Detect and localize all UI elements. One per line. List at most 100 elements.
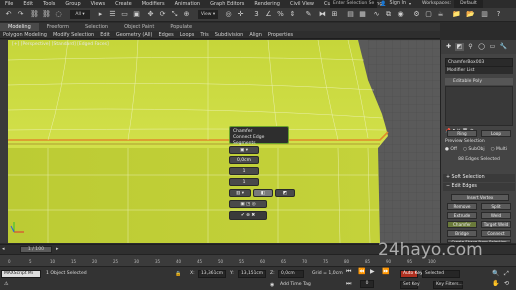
- perspective-viewport[interactable]: [8, 40, 440, 243]
- motion-tab-icon[interactable]: ◯: [477, 43, 486, 51]
- ribbon-panel-label[interactable]: Properties: [265, 31, 296, 38]
- split-button[interactable]: Split: [481, 203, 511, 210]
- ring-button[interactable]: Ring: [447, 130, 477, 137]
- ribbon-panel-label[interactable]: Polygon Modeling: [0, 31, 50, 38]
- caddy-amount-field[interactable]: 0,0cm: [229, 156, 259, 164]
- viewport-label[interactable]: [+] [Perspective] [Standard] [Edged Face…: [12, 42, 109, 47]
- align-icon[interactable]: ⊞: [330, 10, 339, 19]
- off-radio[interactable]: ● Off: [445, 146, 457, 153]
- sign-in-link[interactable]: Sign In: [390, 0, 406, 8]
- viewport-layout-strip[interactable]: [0, 40, 8, 243]
- time-slider-thumb[interactable]: 1 / 100: [20, 246, 52, 253]
- rotate-icon[interactable]: ⟳: [158, 10, 167, 19]
- window-crossing-icon[interactable]: ▣: [132, 10, 141, 19]
- render-icon[interactable]: ☕: [436, 10, 445, 19]
- ribbon-tab[interactable]: Modeling: [0, 23, 39, 31]
- render-setup-icon[interactable]: ⚙: [412, 10, 421, 19]
- menu-item[interactable]: Tools: [38, 0, 60, 8]
- ribbon-toggle-icon[interactable]: ▦: [358, 10, 367, 19]
- reference-coordinate-dropdown[interactable]: View ▾: [198, 10, 218, 19]
- angle-snap-icon[interactable]: ∠: [264, 10, 273, 19]
- current-frame-field[interactable]: 0: [360, 280, 374, 288]
- rendered-frame-icon[interactable]: ▢: [424, 10, 433, 19]
- menu-item[interactable]: Views: [86, 0, 110, 8]
- display-tab-icon[interactable]: ▭: [488, 43, 497, 51]
- menu-item[interactable]: Graph Editors: [205, 0, 249, 8]
- caddy-segments-field[interactable]: 1: [229, 167, 259, 175]
- time-slider-next-icon[interactable]: ▸: [56, 246, 59, 252]
- layer-explorer-icon[interactable]: ▤: [346, 10, 355, 19]
- menu-item[interactable]: Modifiers: [137, 0, 170, 8]
- ok-button[interactable]: ✔: [241, 213, 245, 218]
- redo-icon[interactable]: ↷: [16, 10, 25, 19]
- insert-vertex-button[interactable]: Insert Vertex: [451, 194, 509, 201]
- unlink-icon[interactable]: ⛓: [42, 10, 51, 19]
- soft-selection-rollout[interactable]: + Soft Selection: [443, 174, 515, 182]
- object-name-field[interactable]: ChamferBox003: [445, 58, 513, 67]
- target-weld-button[interactable]: Target Weld: [481, 221, 511, 228]
- ribbon-tab[interactable]: Freeform: [39, 23, 77, 31]
- add-time-tag[interactable]: Add Time Tag: [280, 282, 311, 288]
- percent-snap-icon[interactable]: %: [276, 10, 285, 19]
- undo-icon[interactable]: ↶: [4, 10, 13, 19]
- mirror-icon[interactable]: ⧓: [318, 10, 327, 19]
- hierarchy-tab-icon[interactable]: ⚲: [466, 43, 475, 51]
- schematic-view-icon[interactable]: ⧉: [384, 10, 393, 19]
- menu-item[interactable]: File: [0, 0, 18, 8]
- auto-key-button[interactable]: Auto Key: [400, 270, 423, 278]
- menu-item[interactable]: Edit: [18, 0, 38, 8]
- zoom-extents-icon[interactable]: ⤢: [504, 271, 509, 277]
- remove-button[interactable]: Remove: [447, 203, 477, 210]
- spinner-snap-icon[interactable]: ⇕: [288, 10, 297, 19]
- connect-button[interactable]: Connect: [481, 230, 511, 237]
- caddy-tension-field[interactable]: 1: [229, 178, 259, 186]
- select-object-icon[interactable]: ▸: [96, 10, 105, 19]
- ribbon-panel-label[interactable]: Edit: [97, 31, 113, 38]
- curve-editor-icon[interactable]: ∿: [372, 10, 381, 19]
- ribbon-tab[interactable]: Populate: [162, 23, 200, 31]
- utilities-tab-icon[interactable]: 🔧: [499, 43, 508, 51]
- named-selection-icon[interactable]: ✎: [304, 10, 313, 19]
- caddy-smooth-threshold[interactable]: ◩: [275, 189, 295, 197]
- user-icon[interactable]: 👤: [380, 0, 386, 8]
- ribbon-panel-label[interactable]: Geometry (All): [113, 31, 156, 38]
- help-icon[interactable]: ?: [494, 10, 503, 19]
- set-key-button[interactable]: Set Key: [400, 281, 420, 289]
- modifier-list-dropdown[interactable]: Modifier List: [445, 67, 513, 74]
- loop-button[interactable]: Loop: [481, 130, 511, 137]
- ribbon-panel-label[interactable]: Align: [246, 31, 265, 38]
- chamfer-button[interactable]: Chamfer: [447, 221, 477, 228]
- menu-item[interactable]: Create: [110, 0, 137, 8]
- caddy-chamfer-type[interactable]: ▣ ▾: [229, 146, 259, 154]
- play-icon[interactable]: ▶: [370, 269, 375, 275]
- multi-radio[interactable]: ○ Multi: [491, 146, 507, 153]
- ribbon-tab[interactable]: Selection: [77, 23, 116, 31]
- maxscript-listener[interactable]: MAXScript Mi: [1, 270, 41, 278]
- prev-frame-icon[interactable]: ⏪: [358, 269, 365, 275]
- time-slider-prev-icon[interactable]: ◂: [2, 246, 5, 252]
- pan-icon[interactable]: ✋: [492, 281, 499, 287]
- ribbon-panel-label[interactable]: Subdivision: [212, 31, 247, 38]
- x-coordinate-field[interactable]: 13,361cm: [198, 270, 226, 278]
- ribbon-panel-label[interactable]: Loops: [177, 31, 198, 38]
- menu-item[interactable]: Group: [60, 0, 85, 8]
- extrude-button[interactable]: Extrude: [447, 212, 477, 219]
- scale-icon[interactable]: ⤡: [170, 10, 179, 19]
- cancel-button[interactable]: ✖: [251, 213, 255, 218]
- ribbon-panel-label[interactable]: Edges: [156, 31, 177, 38]
- caddy-options-row[interactable]: ▣ ◳ ◎: [229, 200, 267, 208]
- dropdown-arrow-icon[interactable]: ▾: [409, 0, 411, 8]
- key-mode-icon[interactable]: ⏭: [346, 281, 351, 287]
- go-to-start-icon[interactable]: ⏮: [346, 269, 351, 275]
- zoom-icon[interactable]: 🔍: [492, 271, 499, 277]
- create-tab-icon[interactable]: ✚: [444, 43, 453, 51]
- stack-item-editable-poly[interactable]: Editable Poly: [445, 78, 513, 85]
- z-coordinate-field[interactable]: 0,0cm: [278, 270, 304, 278]
- chamfer-caddy-header[interactable]: Chamfer Connect Edge Segments: [229, 126, 289, 146]
- select-by-name-icon[interactable]: ☰: [108, 10, 117, 19]
- edit-edges-rollout[interactable]: − Edit Edges: [443, 183, 515, 191]
- ribbon-panel-label[interactable]: Modify Selection: [50, 31, 97, 38]
- rectangular-selection-icon[interactable]: ▭: [120, 10, 129, 19]
- open-file-icon[interactable]: 📁: [452, 10, 461, 19]
- place-icon[interactable]: ⊕: [182, 10, 191, 19]
